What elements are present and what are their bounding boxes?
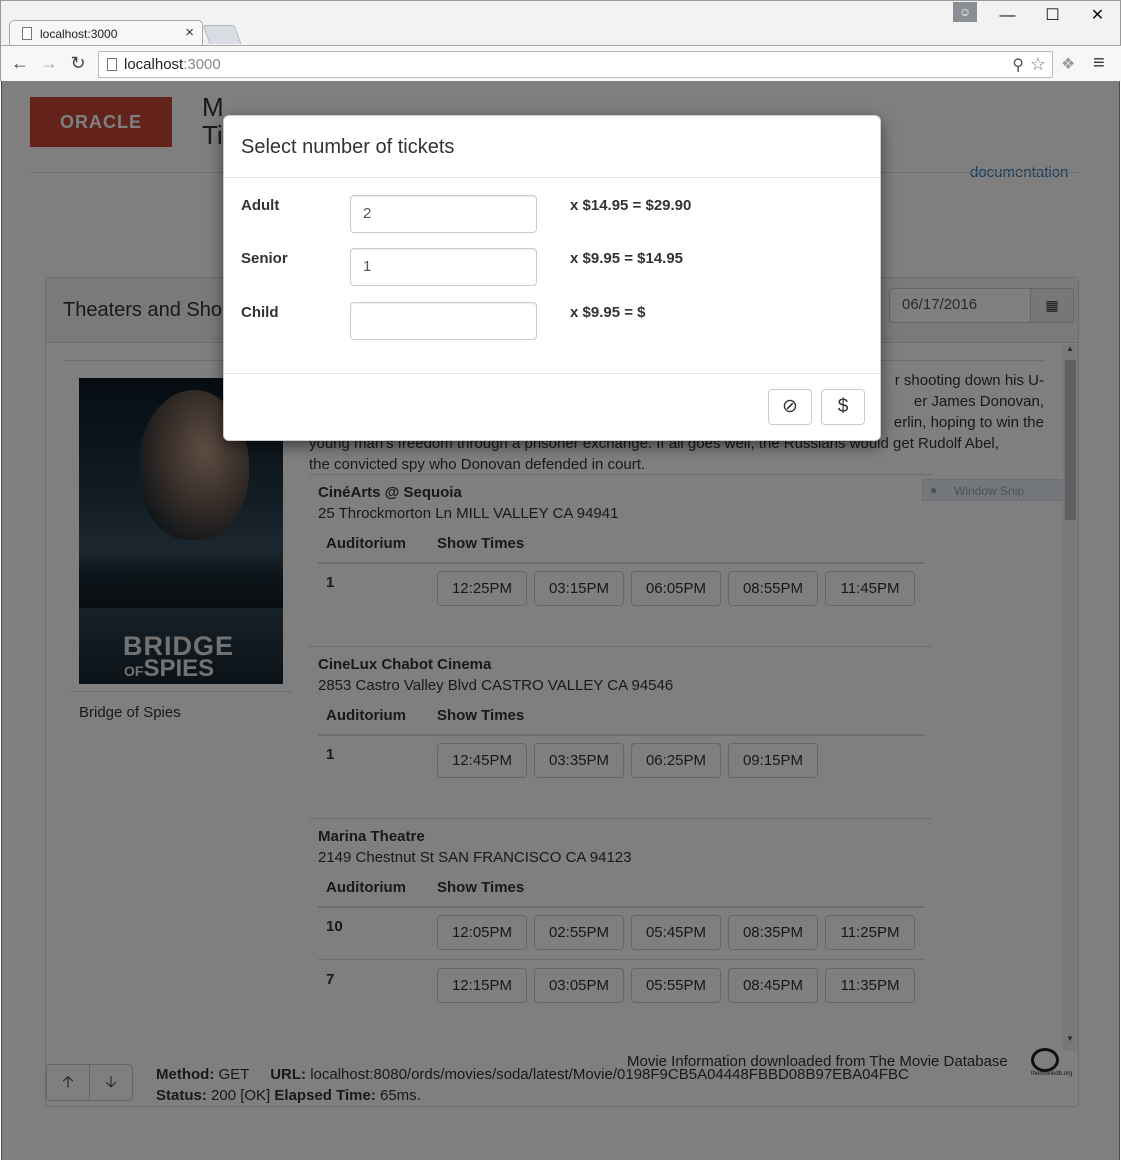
ticket-row-senior: Senior 1 x $9.95 = $14.95 — [224, 248, 880, 288]
child-quantity-input[interactable] — [350, 302, 537, 340]
bookmark-star-icon[interactable]: ☆ — [1030, 54, 1046, 75]
ticket-row-child: Child x $9.95 = $ — [224, 302, 880, 342]
maximize-button[interactable]: ☐ — [1030, 3, 1075, 29]
ticket-label: Child — [241, 304, 279, 321]
modal-header: Select number of tickets — [224, 116, 880, 178]
ticket-price-calc: x $9.95 = $14.95 — [570, 250, 684, 267]
ticket-label: Adult — [241, 197, 280, 214]
modal-footer: ⊘ $ — [224, 373, 880, 440]
ticket-modal: Select number of tickets Adult 2 x $14.9… — [223, 115, 881, 441]
adult-quantity-input[interactable]: 2 — [350, 195, 537, 233]
dropbox-icon[interactable]: ❖ — [1061, 54, 1075, 74]
cancel-button[interactable]: ⊘ — [768, 389, 812, 425]
modal-title: Select number of tickets — [241, 136, 455, 158]
forward-arrow-icon[interactable]: → — [38, 52, 60, 74]
ticket-price-calc: x $9.95 = $ — [570, 304, 646, 321]
ticket-row-adult: Adult 2 x $14.95 = $29.90 — [224, 195, 880, 235]
ticket-price-calc: x $14.95 = $29.90 — [570, 197, 692, 214]
senior-quantity-input[interactable]: 1 — [350, 248, 537, 286]
browser-toolbar: ← → ↻ localhost:3000 ⚲ ☆ ❖ ≡ — [1, 45, 1121, 82]
url-text[interactable]: localhost:3000 — [124, 56, 221, 73]
close-window-button[interactable]: ✕ — [1075, 3, 1120, 29]
page-icon — [107, 58, 117, 71]
reload-icon[interactable]: ↻ — [67, 52, 89, 74]
browser-chrome: localhost:3000 × ☺ — ☐ ✕ ← → ↻ localhost… — [0, 0, 1121, 82]
ticket-label: Senior — [241, 250, 288, 267]
back-arrow-icon[interactable]: ← — [9, 52, 31, 74]
purchase-button[interactable]: $ — [821, 389, 865, 425]
zoom-icon[interactable]: ⚲ — [1012, 55, 1024, 75]
address-bar[interactable]: localhost:3000 ⚲ ☆ — [98, 51, 1053, 78]
browser-tab[interactable]: localhost:3000 × — [9, 20, 203, 46]
profile-icon[interactable]: ☺ — [953, 2, 977, 22]
new-tab-button[interactable] — [202, 25, 242, 44]
page-icon — [22, 27, 32, 40]
minimize-button[interactable]: — — [985, 3, 1030, 29]
tab-title: localhost:3000 — [40, 27, 118, 41]
tab-close-icon[interactable]: × — [185, 24, 194, 41]
menu-icon[interactable]: ≡ — [1093, 52, 1105, 75]
